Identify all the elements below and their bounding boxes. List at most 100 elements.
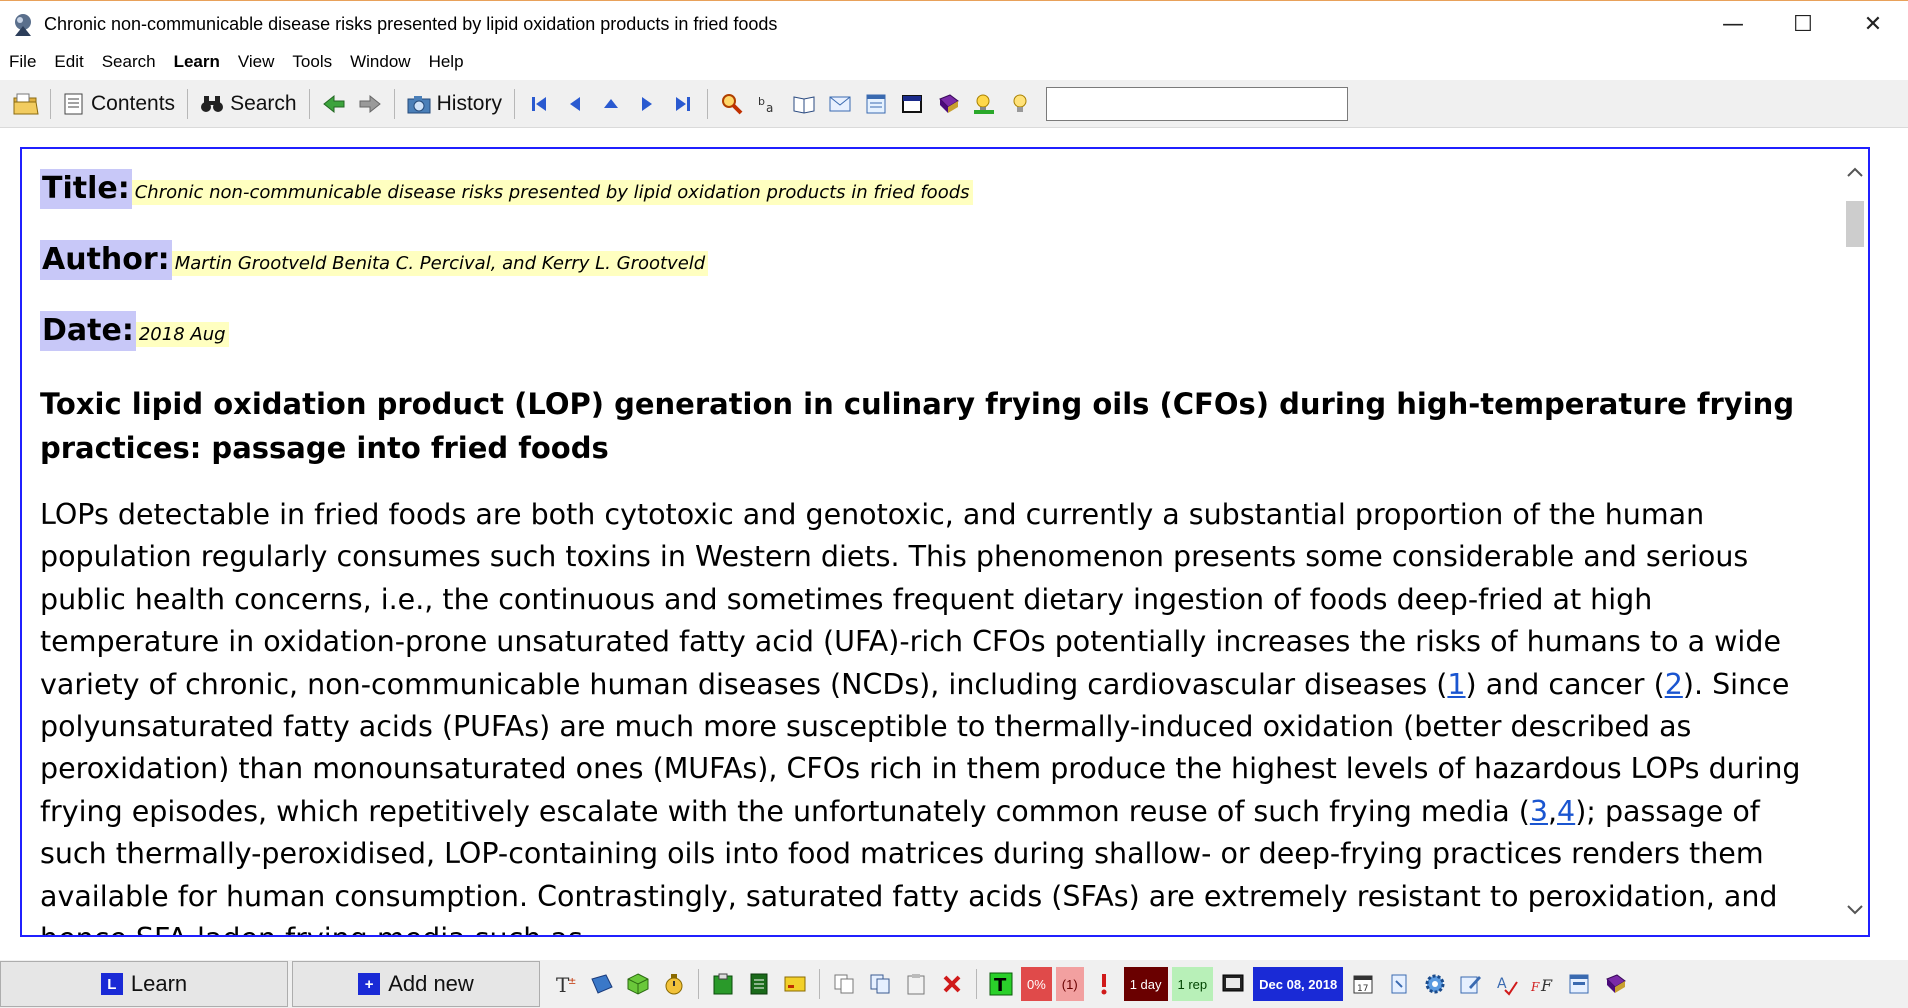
find-icon[interactable] [717,89,747,119]
svg-text:F: F [1540,976,1553,995]
section-heading: Toxic lipid oxidation product (LOP) gene… [40,387,1795,465]
next-element-icon[interactable] [632,89,662,119]
bottom-separator [976,969,977,999]
date-value: 2018 Aug [135,322,229,347]
topic-type-icon[interactable]: T [987,970,1015,998]
search-button[interactable]: Search [194,85,303,123]
clipboard-green-icon[interactable] [709,970,737,998]
date-label: Date: [40,311,136,351]
supermemo-app-icon [15,13,31,36]
author-row: Author: Martin Grootveld Benita C. Perci… [40,240,1830,280]
window-title: Chronic non-communicable disease risks p… [44,14,778,34]
learn-button[interactable]: L Learn [0,961,288,1007]
spell-check-icon[interactable]: A [1493,970,1521,998]
copy-icon[interactable] [830,970,858,998]
monitor-icon[interactable] [1219,970,1247,998]
purple-book-icon[interactable] [933,89,963,119]
settings-gear-icon[interactable] [1421,970,1449,998]
next-repetition-date-chip[interactable]: Dec 08, 2018 [1253,967,1344,1001]
last-element-icon[interactable] [668,89,698,119]
menu-search[interactable]: Search [93,52,165,72]
scroll-up-icon[interactable] [1842,157,1868,187]
toolbar-separator [308,88,310,119]
calendar-icon[interactable]: 17 [1349,970,1377,998]
open-book-icon[interactable] [789,89,819,119]
reference-link-4[interactable]: 4 [1557,795,1575,828]
priority-count-chip[interactable]: (1) [1055,967,1084,1001]
previous-element-icon[interactable] [560,89,590,119]
scroll-down-icon[interactable] [1842,895,1868,925]
minimize-button[interactable]: — [1698,1,1768,47]
bottom-separator [698,969,699,999]
delete-icon[interactable] [938,970,966,998]
interval-chip[interactable]: 1 day [1123,967,1168,1001]
text-format-icon[interactable]: T ± [552,970,580,998]
scrollbar-thumb[interactable] [1846,201,1864,247]
yellow-card-icon[interactable] [781,970,809,998]
purple-book-bottom-icon[interactable] [1601,970,1629,998]
first-element-icon[interactable] [524,89,554,119]
close-button[interactable]: ✕ [1838,1,1908,47]
reference-link-3[interactable]: 3 [1530,795,1548,828]
add-new-button[interactable]: + Add new [292,961,540,1007]
bulb-plus-icon[interactable] [969,89,999,119]
search-label: Search [230,91,297,115]
camera-icon [407,95,431,113]
contents-button[interactable]: Contents [57,85,181,123]
contents-label: Contents [91,91,176,115]
menu-bar: File Edit Search Learn View Tools Window… [0,48,1908,76]
forward-arrow-icon[interactable] [355,89,385,119]
vertical-scrollbar[interactable] [1842,149,1868,935]
maximize-button[interactable]: ☐ [1768,1,1838,47]
menu-file[interactable]: File [0,52,45,72]
window-controls: — ☐ ✕ [1698,1,1908,47]
document-green-icon[interactable] [745,970,773,998]
toolbar-search-input[interactable] [1045,86,1348,121]
back-arrow-icon[interactable] [319,89,349,119]
bottom-separator [819,969,820,999]
reference-link-2[interactable]: 2 [1665,668,1683,701]
exclamation-icon[interactable] [1090,970,1118,998]
menu-view[interactable]: View [229,52,284,72]
duplicate-icon[interactable] [866,970,894,998]
binoculars-icon [201,95,224,112]
contents-icon [64,93,83,114]
reference-icon[interactable] [1385,970,1413,998]
window-icon[interactable] [897,89,927,119]
author-label: Author: [40,240,172,280]
paste-icon[interactable] [902,970,930,998]
menu-window[interactable]: Window [341,52,419,72]
learning-bar: L Learn + Add new T ± T 0% (1) 1 day 1 re… [0,960,1908,1008]
svg-text:b: b [758,95,765,108]
para-text-2: ) and cancer ( [1465,667,1665,701]
title-bar: Chronic non-communicable disease risks p… [0,0,1908,48]
green-cube-icon[interactable] [624,970,652,998]
bulb-icon[interactable] [1005,89,1035,119]
menu-tools[interactable]: Tools [283,52,341,72]
menu-help[interactable]: Help [420,52,473,72]
learn-label: Learn [130,971,188,996]
menu-edit[interactable]: Edit [45,52,92,72]
font-size-icon[interactable]: FF [1529,970,1557,998]
repetitions-chip[interactable]: 1 rep [1171,967,1214,1001]
web-page-icon[interactable] [861,89,891,119]
article-content: Title: Chronic non-communicable disease … [40,169,1830,935]
menu-learn[interactable]: Learn [165,52,229,72]
edit-note-icon[interactable] [1457,970,1485,998]
title-label: Title: [40,169,132,209]
toolbar-separator [50,88,51,119]
envelope-icon[interactable] [825,89,855,119]
learn-icon: L [100,973,123,995]
toolbar-separator [513,88,515,119]
body-paragraph: LOPs detectable in fried foods are both … [40,494,1830,935]
open-folder-icon[interactable] [11,89,41,119]
blue-tag-icon[interactable] [588,970,616,998]
priority-percent-chip[interactable]: 0% [1021,967,1052,1001]
timer-icon[interactable] [660,970,688,998]
add-new-icon: + [358,973,381,995]
reference-link-1[interactable]: 1 [1447,668,1465,701]
dictionary-icon[interactable]: ba [753,89,783,119]
parent-element-icon[interactable] [596,89,626,119]
template-icon[interactable] [1565,970,1593,998]
history-button[interactable]: History [401,85,508,123]
